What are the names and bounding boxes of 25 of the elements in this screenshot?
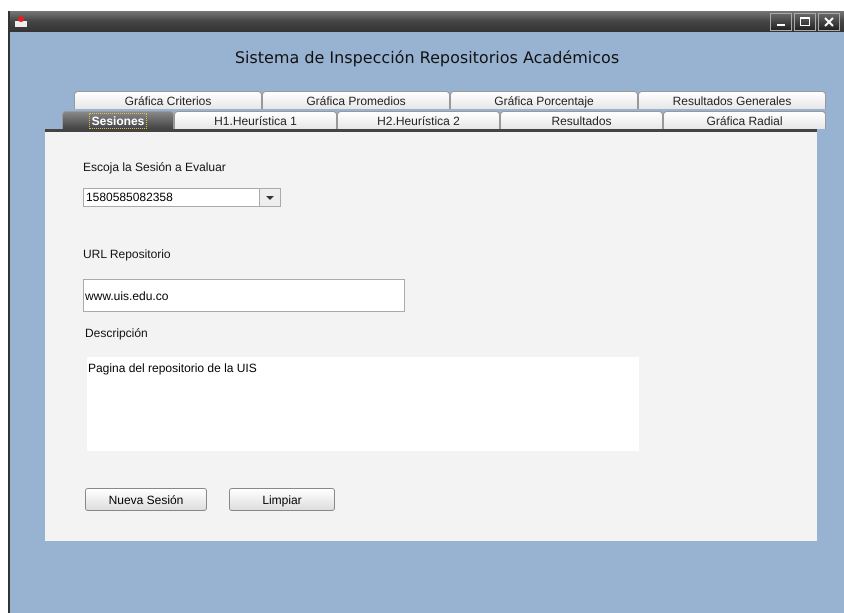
description-field[interactable]: Pagina del repositorio de la UIS [87, 357, 639, 451]
session-dropdown[interactable]: 1580585082358 [83, 188, 281, 207]
field-label: URL Repositorio [83, 247, 172, 261]
maximize-button[interactable] [794, 12, 816, 30]
field-label: Descripción [85, 326, 149, 340]
window-title: Sistema de Inspección Repositorios Académicos [234, 48, 620, 67]
tab[interactable]: Resultados [500, 111, 663, 129]
app-icon [14, 14, 28, 28]
close-button[interactable] [818, 12, 840, 30]
tab[interactable]: Gráfica Promedios [262, 91, 450, 109]
tab[interactable]: H2.Heurística 2 [337, 111, 500, 129]
field-label: Escoja la Sesión a Evaluar [83, 160, 227, 174]
action-button[interactable]: Nueva Sesión [85, 488, 207, 511]
tab[interactable]: H1.Heurística 1 [174, 111, 337, 129]
action-button[interactable]: Limpiar [229, 488, 335, 511]
maximize-icon [800, 17, 810, 26]
minimize-button[interactable] [770, 12, 792, 30]
tab[interactable]: Gráfica Radial [663, 111, 826, 129]
tab[interactable]: Gráfica Criterios [74, 91, 262, 109]
tab[interactable]: Sesiones [62, 111, 174, 129]
tab[interactable]: Resultados Generales [638, 91, 826, 109]
close-icon [824, 16, 834, 26]
url-field[interactable]: www.uis.edu.co [83, 279, 405, 312]
tab[interactable]: Gráfica Porcentaje [450, 91, 638, 109]
minimize-icon [777, 24, 785, 26]
